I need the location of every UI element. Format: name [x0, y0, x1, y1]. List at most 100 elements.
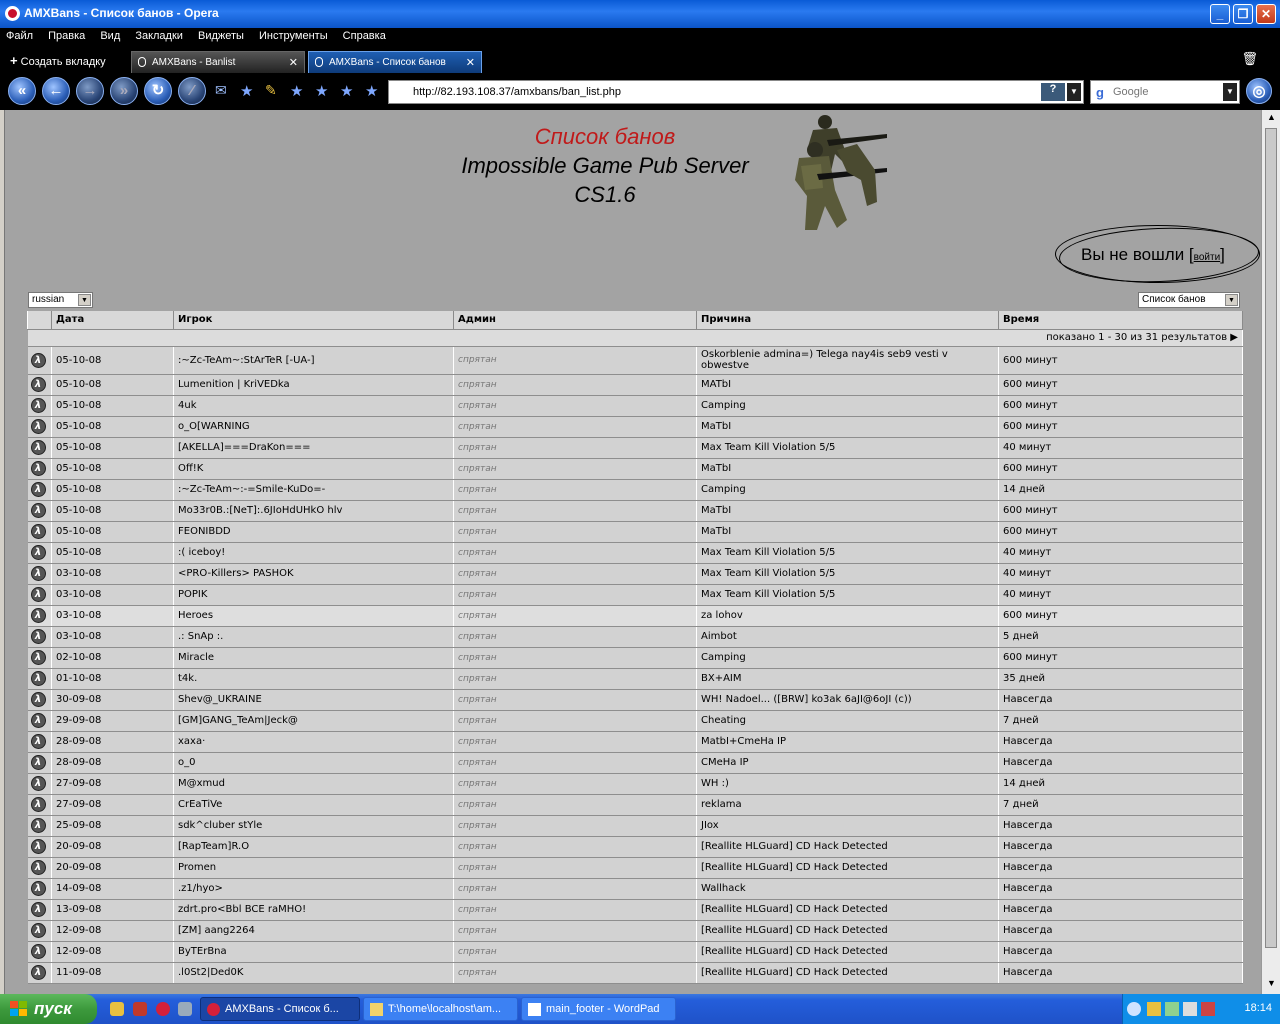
table-row[interactable]: λ 02-10-08 Miracle спрятан Camping 600 минут	[27, 647, 1243, 669]
half-life-icon[interactable]: λ	[30, 818, 46, 833]
menu-file[interactable]: Файл	[0, 28, 39, 44]
table-row[interactable]: λ 05-10-08 4uk спрятан Camping 600 минут	[27, 395, 1243, 417]
table-row[interactable]: λ 05-10-08:( iceboy! спрятан Max Team Kill …	[27, 542, 1243, 564]
half-life-icon[interactable]: λ	[30, 566, 46, 581]
star-icon[interactable]: ★	[315, 82, 328, 100]
tray-app-icon[interactable]	[1147, 1002, 1161, 1016]
table-row[interactable]: λ 05-10-08 Lumenition | KriVEDka спрятан MAT…	[27, 374, 1243, 396]
menu-widgets[interactable]: Виджеты	[192, 28, 250, 44]
quicklaunch-icon[interactable]	[110, 1002, 124, 1016]
half-life-icon[interactable]: λ	[30, 440, 46, 455]
half-life-icon[interactable]: λ	[30, 419, 46, 434]
back-icon[interactable]: ←	[42, 77, 70, 105]
half-life-icon[interactable]: λ	[30, 881, 46, 896]
volume-icon[interactable]	[1183, 1002, 1197, 1016]
half-life-icon[interactable]: λ	[30, 352, 46, 368]
table-row[interactable]: λ 05-10-08:~Zc-TeAm~:StArTeR [-UA-] спрята…	[27, 346, 1243, 375]
rewind-icon[interactable]: «	[8, 77, 36, 105]
table-row[interactable]: λ 05-10-08 o_O[WARNING спрятан MaTbI 600 мину…	[27, 416, 1243, 438]
table-row[interactable]: λ 03-10-08 Heroes спрятан za lohov 600 минут	[27, 605, 1243, 627]
half-life-icon[interactable]: λ	[30, 776, 46, 791]
search-input[interactable]	[1113, 84, 1221, 100]
scroll-up-icon[interactable]: ▲	[1265, 112, 1278, 126]
window-titlebar[interactable]: AMXBans - Список банов - Opera _ ❐ ✕	[0, 0, 1280, 28]
menu-tools[interactable]: Инструменты	[253, 28, 334, 44]
taskbar-button-wordpad[interactable]: main_footer - WordPad	[521, 997, 676, 1021]
table-row[interactable]: λ 05-10-08:~Zc-TeAm~:-=Smile-KuDo=- спрята…	[27, 479, 1243, 501]
half-life-icon[interactable]: λ	[30, 965, 46, 980]
tab-banlist[interactable]: AMXBans - Banlist ✕	[131, 51, 305, 73]
half-life-icon[interactable]: λ	[30, 398, 46, 413]
header-date[interactable]: Дата	[51, 311, 174, 330]
language-flag-icon[interactable]	[1201, 1002, 1215, 1016]
close-button[interactable]: ✕	[1256, 4, 1276, 24]
half-life-icon[interactable]: λ	[30, 692, 46, 707]
header-reason[interactable]: Причина	[696, 311, 999, 330]
table-row[interactable]: λ 28-09-08 o_0 спрятан CMeHa IP Навсегда	[27, 752, 1243, 774]
view-select[interactable]: Список банов ▼	[1138, 292, 1240, 308]
half-life-icon[interactable]: λ	[30, 671, 46, 686]
scroll-down-icon[interactable]: ▼	[1265, 978, 1278, 992]
maximize-button[interactable]: ❐	[1233, 4, 1253, 24]
star-icon[interactable]: ★	[365, 82, 378, 100]
network-icon[interactable]	[1165, 1002, 1179, 1016]
table-row[interactable]: λ 20-09-08 Promen спрятан [Reallite HLGuard]…	[27, 857, 1243, 879]
half-life-icon[interactable]: λ	[30, 734, 46, 749]
header-time[interactable]: Время	[998, 311, 1243, 330]
table-row[interactable]: λ 05-10-08 Off!K спрятан MaTbI 600 минут	[27, 458, 1243, 480]
vertical-scrollbar[interactable]: ▲ ▼	[1261, 110, 1280, 994]
opera-icon[interactable]	[156, 1002, 170, 1016]
star-icon[interactable]: ★	[240, 82, 253, 100]
menu-edit[interactable]: Правка	[42, 28, 91, 44]
table-row[interactable]: λ 03-10-08 <PRO-Killers> PASHOK спрятан Max …	[27, 563, 1243, 585]
header-player[interactable]: Игрок	[173, 311, 454, 330]
header-admin[interactable]: Админ	[453, 311, 697, 330]
chevron-down-icon[interactable]: ▼	[1067, 83, 1081, 101]
table-row[interactable]: λ 12-09-08 ByTErBna спрятан [Reallite HLGuar…	[27, 941, 1243, 963]
table-row[interactable]: λ 03-10-08.: SnAp :. спрятан Aimbot 5 дней	[27, 626, 1243, 648]
opera-menu-icon[interactable]: ◎	[1246, 78, 1272, 104]
table-row[interactable]: λ 27-09-08 CrEaTiVe спрятан reklama 7 дней	[27, 794, 1243, 816]
close-tab-icon[interactable]: ✕	[289, 56, 298, 69]
table-row[interactable]: λ 20-09-08 [RapTeam]R.O спрятан [Reallite HL…	[27, 836, 1243, 858]
close-tab-icon[interactable]: ✕	[466, 56, 475, 69]
mail-icon[interactable]: ✉	[215, 82, 227, 99]
login-link[interactable]: войти	[1194, 252, 1221, 263]
help-icon[interactable]: ?	[1041, 83, 1065, 101]
table-row[interactable]: λ 13-09-08 zdrt.pro<Bbl BCE raMHO! спрятан[…	[27, 899, 1243, 921]
tray-expand-icon[interactable]	[1127, 1002, 1141, 1016]
table-row[interactable]: λ 12-09-08 [ZM] aang2264 спрятан [Reallite H…	[27, 920, 1243, 942]
new-tab-button[interactable]: + Создать вкладку	[10, 53, 106, 68]
half-life-icon[interactable]: λ	[30, 923, 46, 938]
taskbar-button-opera[interactable]: AMXBans - Список б...	[200, 997, 360, 1021]
half-life-icon[interactable]: λ	[30, 797, 46, 812]
half-life-icon[interactable]: λ	[30, 902, 46, 917]
next-page-icon[interactable]: ▶	[1230, 332, 1238, 343]
table-row[interactable]: λ 14-09-08 .z1/hyo> спрятан Wallhack Навсегда	[27, 878, 1243, 900]
start-button[interactable]: пуск	[0, 994, 97, 1024]
url-text[interactable]: http://82.193.108.37/amxbans/ban_list.ph…	[413, 86, 621, 98]
half-life-icon[interactable]: λ	[30, 713, 46, 728]
tab-ban-list-active[interactable]: AMXBans - Список банов ✕	[308, 51, 482, 73]
language-select[interactable]: russian ▼	[28, 292, 93, 308]
half-life-icon[interactable]: λ	[30, 650, 46, 665]
table-row[interactable]: λ 28-09-08 xaxa· спрятан MatbI+CmeHa IP Навсе…	[27, 731, 1243, 753]
table-row[interactable]: λ 05-10-08 FEONIBDD спрятан MaTbI 600 минут	[27, 521, 1243, 543]
wand-icon[interactable]: ✎	[265, 82, 277, 99]
taskbar-button-folder[interactable]: T:\home\localhost\am...	[363, 997, 518, 1021]
half-life-icon[interactable]: λ	[30, 461, 46, 476]
table-row[interactable]: λ 25-09-08 sdk^cluber stYle спрятан JIox Навс…	[27, 815, 1243, 837]
table-row[interactable]: λ 11-09-08 .l0St2|Ded0K спрятан [Reallite HL…	[27, 962, 1243, 984]
half-life-icon[interactable]: λ	[30, 608, 46, 623]
chevron-down-icon[interactable]: ▼	[1223, 83, 1237, 101]
table-row[interactable]: λ 01-10-08 t4k. спрятан BX+AIM 35 дней	[27, 668, 1243, 690]
half-life-icon[interactable]: λ	[30, 755, 46, 770]
address-bar[interactable]: http://82.193.108.37/amxbans/ban_list.ph…	[388, 80, 1084, 104]
table-row[interactable]: λ 30-09-08 Shev@_UKRAINE спрятан WH! Nadoel.…	[27, 689, 1243, 711]
half-life-icon[interactable]: λ	[30, 944, 46, 959]
half-life-icon[interactable]: λ	[30, 587, 46, 602]
half-life-icon[interactable]: λ	[30, 482, 46, 497]
quicklaunch-icon[interactable]	[133, 1002, 147, 1016]
minimize-button[interactable]: _	[1210, 4, 1230, 24]
fast-forward-icon[interactable]: »	[110, 77, 138, 105]
